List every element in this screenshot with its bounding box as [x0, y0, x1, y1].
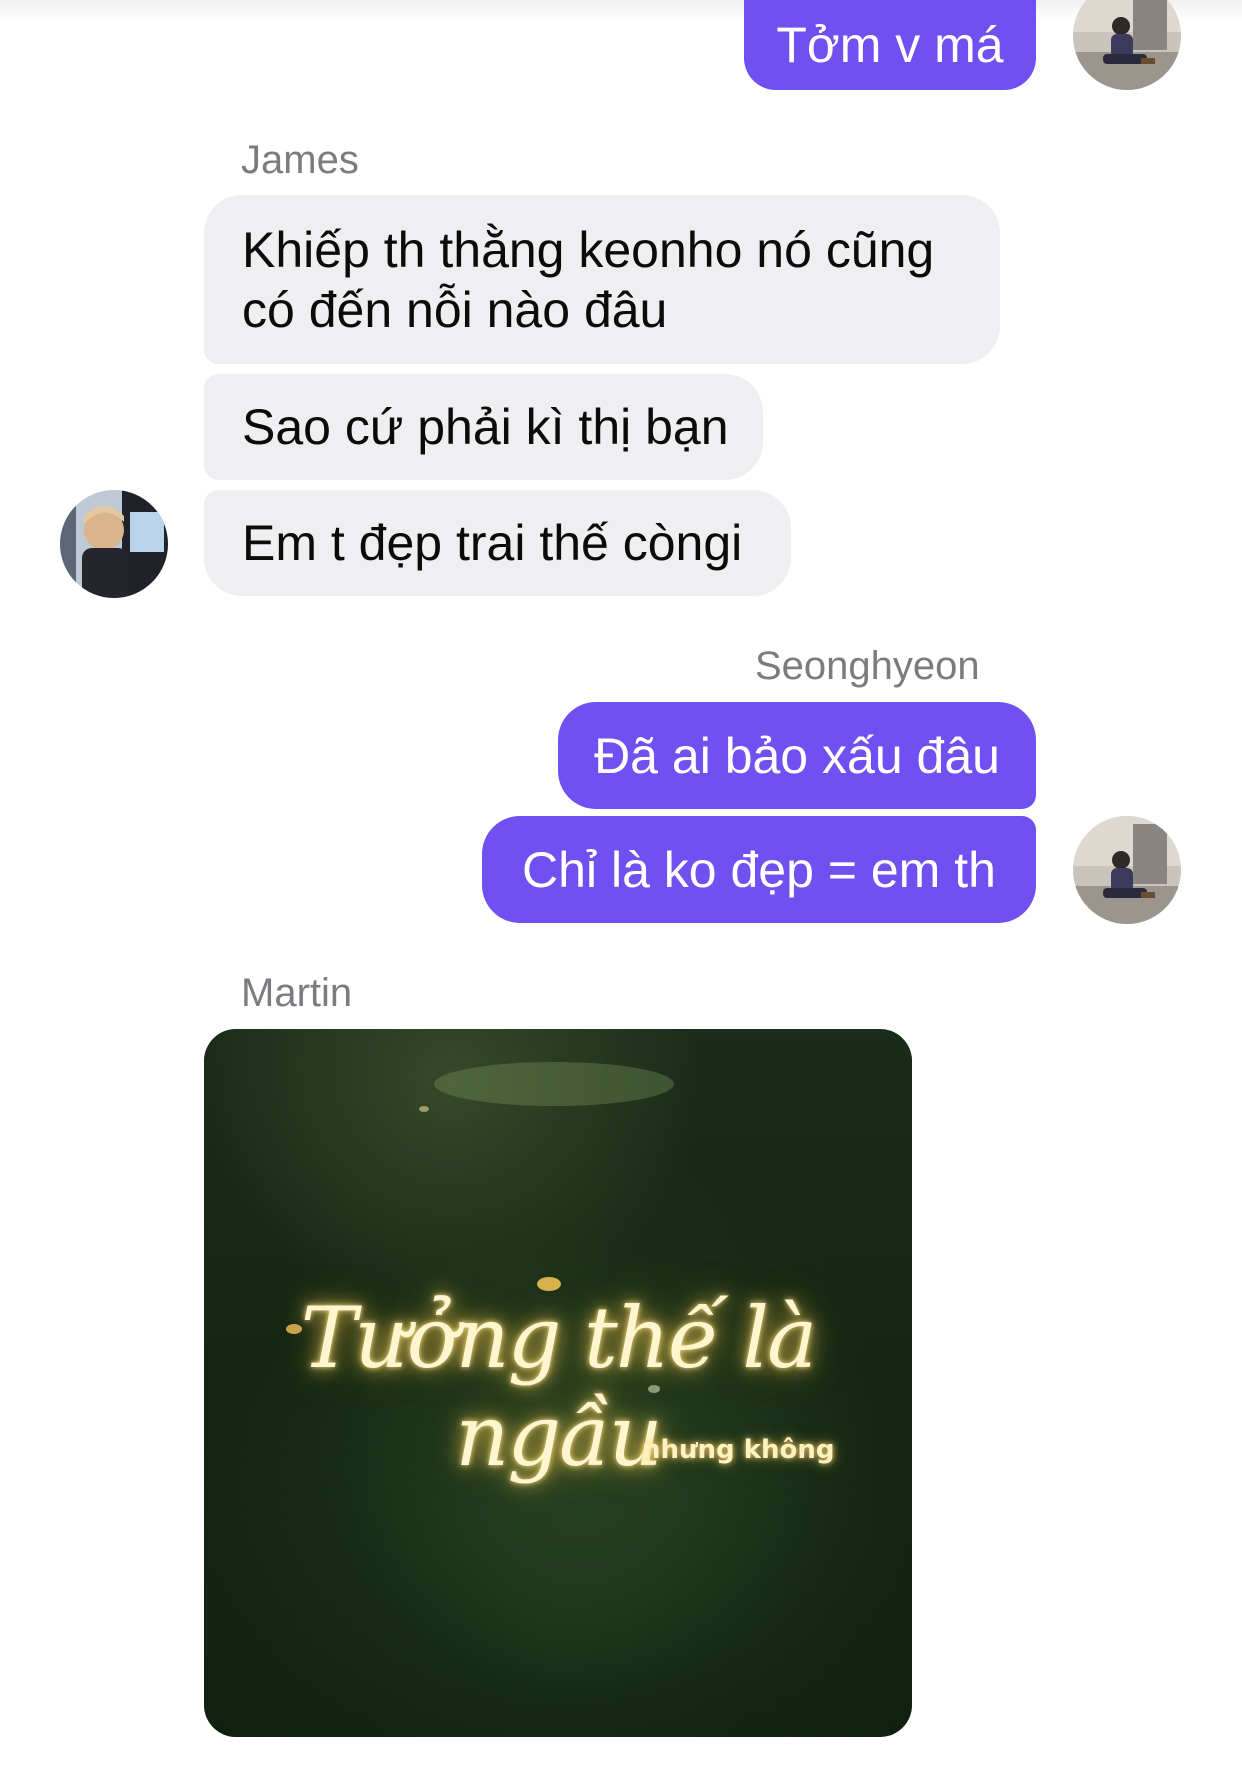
- sender-name-james: James: [241, 138, 359, 182]
- self-avatar-photo-icon: [1073, 0, 1181, 90]
- image-message[interactable]: Tưởng thế là ngầu nhưng không: [204, 1029, 912, 1737]
- image-subtitle-text: nhưng không: [642, 1435, 835, 1465]
- sender-name-seonghyeon: Seonghyeon: [755, 644, 980, 688]
- james-avatar-photo-icon: [60, 490, 168, 598]
- self-avatar[interactable]: [1073, 0, 1181, 90]
- message-bubble-outgoing[interactable]: Tởm v má: [744, 0, 1036, 90]
- message-bubble-incoming[interactable]: Em t đẹp trai thế còngi: [204, 490, 791, 596]
- message-bubble-incoming[interactable]: Sao cứ phải kì thị bạn: [204, 374, 763, 480]
- top-fade: [0, 0, 1242, 22]
- self-avatar[interactable]: [1073, 816, 1181, 924]
- message-bubble-incoming[interactable]: Khiếp th thằng keonho nó cũng có đến nỗi…: [204, 195, 1000, 364]
- self-avatar-photo-icon: [1073, 816, 1181, 924]
- message-bubble-outgoing[interactable]: Đã ai bảo xấu đâu: [558, 702, 1036, 809]
- sender-name-martin: Martin: [241, 971, 353, 1015]
- message-bubble-outgoing[interactable]: Chỉ là ko đẹp = em th: [482, 816, 1036, 923]
- james-avatar[interactable]: [60, 490, 168, 598]
